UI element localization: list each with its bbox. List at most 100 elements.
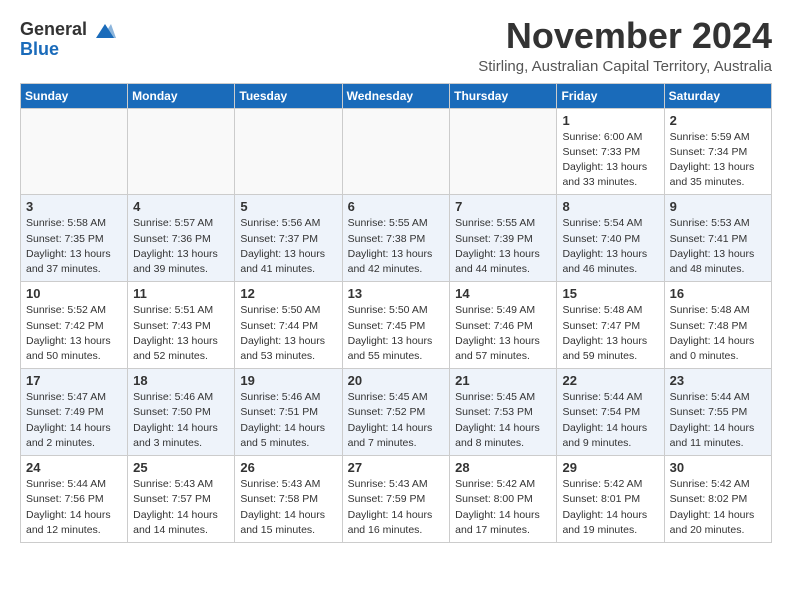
calendar-cell: 9 Sunrise: 5:53 AM Sunset: 7:41 PM Daylig… [664,195,771,282]
calendar-cell: 3 Sunrise: 5:58 AM Sunset: 7:35 PM Daylig… [21,195,128,282]
day-number: 18 [133,373,229,388]
day-number: 16 [670,286,766,301]
day-info: Sunrise: 5:43 AM Sunset: 7:59 PM Dayligh… [348,477,445,538]
day-number: 21 [455,373,551,388]
day-number: 3 [26,199,122,214]
calendar-cell: 17 Sunrise: 5:47 AM Sunset: 7:49 PM Dayli… [21,369,128,456]
calendar-table: SundayMondayTuesdayWednesdayThursdayFrid… [20,83,772,543]
calendar-cell: 30 Sunrise: 5:42 AM Sunset: 8:02 PM Dayli… [664,456,771,543]
day-info: Sunrise: 5:49 AM Sunset: 7:46 PM Dayligh… [455,303,551,364]
day-info: Sunrise: 5:51 AM Sunset: 7:43 PM Dayligh… [133,303,229,364]
weekday-header-row: SundayMondayTuesdayWednesdayThursdayFrid… [21,83,772,108]
day-info: Sunrise: 5:50 AM Sunset: 7:45 PM Dayligh… [348,303,445,364]
day-info: Sunrise: 5:43 AM Sunset: 7:58 PM Dayligh… [240,477,336,538]
weekday-header-saturday: Saturday [664,83,771,108]
calendar-cell: 5 Sunrise: 5:56 AM Sunset: 7:37 PM Daylig… [235,195,342,282]
weekday-header-wednesday: Wednesday [342,83,450,108]
calendar-cell: 1 Sunrise: 6:00 AM Sunset: 7:33 PM Daylig… [557,108,664,195]
month-title: November 2024 [478,16,772,56]
day-info: Sunrise: 5:47 AM Sunset: 7:49 PM Dayligh… [26,390,122,451]
day-number: 8 [562,199,658,214]
day-info: Sunrise: 5:52 AM Sunset: 7:42 PM Dayligh… [26,303,122,364]
calendar-cell: 10Sunrise: 5:52 AM Sunset: 7:42 PM Dayli… [21,282,128,369]
day-info: Sunrise: 5:46 AM Sunset: 7:51 PM Dayligh… [240,390,336,451]
calendar-cell: 21 Sunrise: 5:45 AM Sunset: 7:53 PM Dayli… [450,369,557,456]
calendar-cell: 22 Sunrise: 5:44 AM Sunset: 7:54 PM Dayli… [557,369,664,456]
day-info: Sunrise: 5:42 AM Sunset: 8:01 PM Dayligh… [562,477,658,538]
day-info: Sunrise: 5:44 AM Sunset: 7:54 PM Dayligh… [562,390,658,451]
calendar-cell: 24Sunrise: 5:44 AM Sunset: 7:56 PM Dayli… [21,456,128,543]
day-info: Sunrise: 5:50 AM Sunset: 7:44 PM Dayligh… [240,303,336,364]
calendar-cell [21,108,128,195]
weekday-header-tuesday: Tuesday [235,83,342,108]
day-number: 12 [240,286,336,301]
day-number: 28 [455,460,551,475]
day-info: Sunrise: 5:48 AM Sunset: 7:48 PM Dayligh… [670,303,766,364]
calendar-cell: 8 Sunrise: 5:54 AM Sunset: 7:40 PM Daylig… [557,195,664,282]
day-number: 11 [133,286,229,301]
day-number: 19 [240,373,336,388]
calendar-cell: 7Sunrise: 5:55 AM Sunset: 7:39 PM Daylig… [450,195,557,282]
logo-icon [94,22,116,40]
day-number: 15 [562,286,658,301]
day-info: Sunrise: 5:59 AM Sunset: 7:34 PM Dayligh… [670,130,766,191]
page-header: General Blue November 2024 Stirling, Aus… [20,16,772,75]
logo-general: General [20,19,87,39]
day-number: 5 [240,199,336,214]
day-info: Sunrise: 5:44 AM Sunset: 7:55 PM Dayligh… [670,390,766,451]
calendar-cell [450,108,557,195]
calendar-cell: 2 Sunrise: 5:59 AM Sunset: 7:34 PM Daylig… [664,108,771,195]
day-number: 27 [348,460,445,475]
weekday-header-friday: Friday [557,83,664,108]
day-info: Sunrise: 5:42 AM Sunset: 8:02 PM Dayligh… [670,477,766,538]
day-number: 2 [670,113,766,128]
day-number: 22 [562,373,658,388]
day-number: 30 [670,460,766,475]
day-number: 29 [562,460,658,475]
day-number: 1 [562,113,658,128]
calendar-cell [342,108,450,195]
calendar-cell [235,108,342,195]
day-info: Sunrise: 6:00 AM Sunset: 7:33 PM Dayligh… [562,130,658,191]
logo-blue: Blue [20,39,59,59]
calendar-cell: 18 Sunrise: 5:46 AM Sunset: 7:50 PM Dayli… [128,369,235,456]
day-number: 26 [240,460,336,475]
day-info: Sunrise: 5:56 AM Sunset: 7:37 PM Dayligh… [240,216,336,277]
weekday-header-monday: Monday [128,83,235,108]
day-info: Sunrise: 5:54 AM Sunset: 7:40 PM Dayligh… [562,216,658,277]
day-number: 23 [670,373,766,388]
calendar-cell: 16 Sunrise: 5:48 AM Sunset: 7:48 PM Dayli… [664,282,771,369]
calendar-cell: 14Sunrise: 5:49 AM Sunset: 7:46 PM Dayli… [450,282,557,369]
day-number: 24 [26,460,122,475]
day-number: 13 [348,286,445,301]
calendar-cell: 13 Sunrise: 5:50 AM Sunset: 7:45 PM Dayli… [342,282,450,369]
weekday-header-thursday: Thursday [450,83,557,108]
calendar-week-row: 1 Sunrise: 6:00 AM Sunset: 7:33 PM Daylig… [21,108,772,195]
day-info: Sunrise: 5:53 AM Sunset: 7:41 PM Dayligh… [670,216,766,277]
day-info: Sunrise: 5:46 AM Sunset: 7:50 PM Dayligh… [133,390,229,451]
day-number: 25 [133,460,229,475]
day-number: 17 [26,373,122,388]
calendar-cell: 20Sunrise: 5:45 AM Sunset: 7:52 PM Dayli… [342,369,450,456]
weekday-header-sunday: Sunday [21,83,128,108]
calendar-cell: 6 Sunrise: 5:55 AM Sunset: 7:38 PM Daylig… [342,195,450,282]
calendar-cell: 29 Sunrise: 5:42 AM Sunset: 8:01 PM Dayli… [557,456,664,543]
calendar-cell: 11 Sunrise: 5:51 AM Sunset: 7:43 PM Dayli… [128,282,235,369]
calendar-week-row: 10Sunrise: 5:52 AM Sunset: 7:42 PM Dayli… [21,282,772,369]
day-info: Sunrise: 5:42 AM Sunset: 8:00 PM Dayligh… [455,477,551,538]
day-number: 4 [133,199,229,214]
logo: General Blue [20,20,116,60]
day-info: Sunrise: 5:57 AM Sunset: 7:36 PM Dayligh… [133,216,229,277]
location-subtitle: Stirling, Australian Capital Territory, … [478,58,772,75]
day-info: Sunrise: 5:55 AM Sunset: 7:38 PM Dayligh… [348,216,445,277]
calendar-cell [128,108,235,195]
calendar-cell: 25Sunrise: 5:43 AM Sunset: 7:57 PM Dayli… [128,456,235,543]
day-info: Sunrise: 5:58 AM Sunset: 7:35 PM Dayligh… [26,216,122,277]
calendar-cell: 27 Sunrise: 5:43 AM Sunset: 7:59 PM Dayli… [342,456,450,543]
calendar-cell: 15Sunrise: 5:48 AM Sunset: 7:47 PM Dayli… [557,282,664,369]
calendar-week-row: 17 Sunrise: 5:47 AM Sunset: 7:49 PM Dayli… [21,369,772,456]
day-info: Sunrise: 5:45 AM Sunset: 7:53 PM Dayligh… [455,390,551,451]
calendar-cell: 19 Sunrise: 5:46 AM Sunset: 7:51 PM Dayli… [235,369,342,456]
day-number: 9 [670,199,766,214]
day-number: 6 [348,199,445,214]
